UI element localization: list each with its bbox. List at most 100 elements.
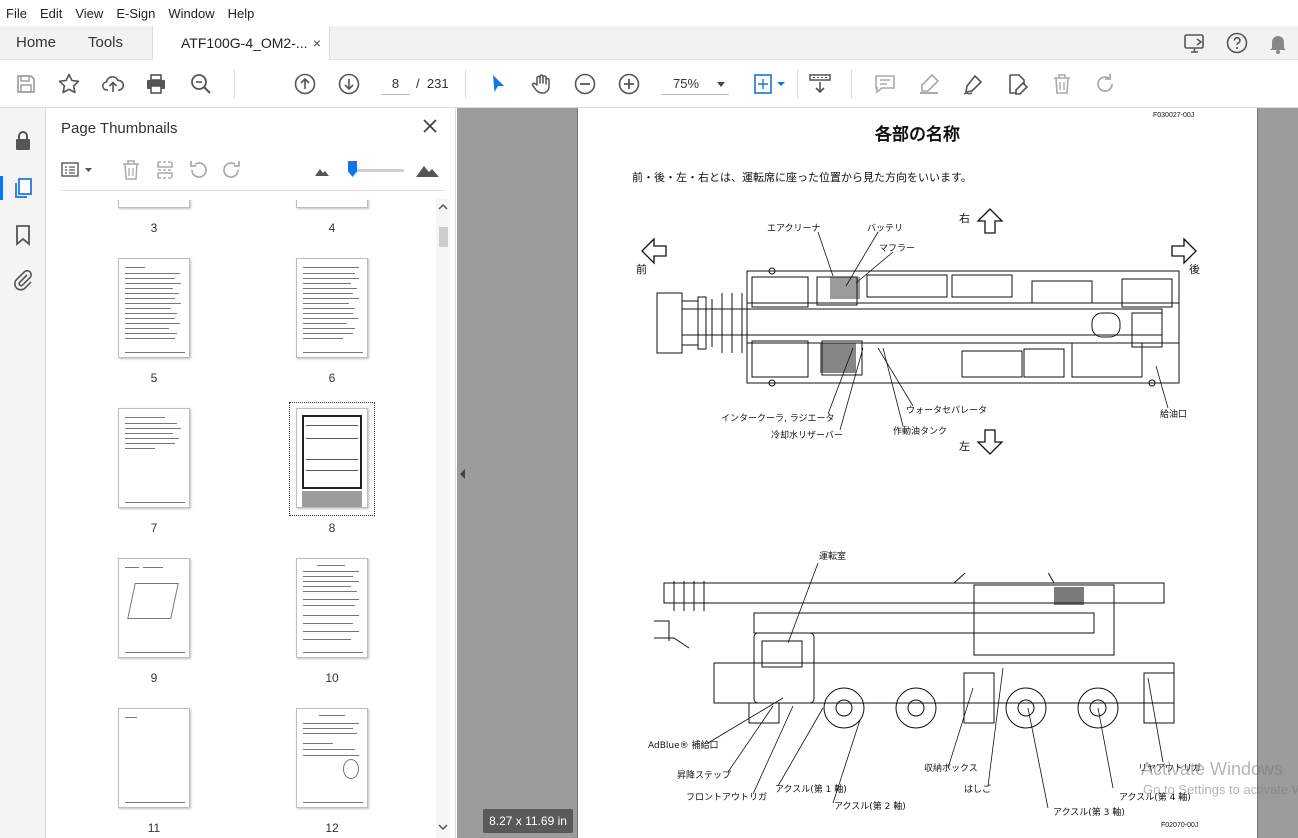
activate-windows-watermark: Activate Windows [1141,759,1284,779]
label-cab: 運転室 [819,552,847,562]
delete-page-icon[interactable] [120,159,142,181]
page-thumbnails-icon[interactable] [11,176,35,200]
select-cursor-icon[interactable] [486,72,510,96]
menu-window[interactable]: Window [168,6,214,21]
collapse-panel-handle[interactable] [457,462,469,486]
label-ladder: はしご [964,785,992,795]
thumbnail-options-icon[interactable] [60,159,94,181]
thumbnail-page-7[interactable] [118,408,190,508]
large-thumbnail-icon[interactable] [415,159,443,181]
toolbar-separator [234,70,235,98]
bookmarks-icon[interactable] [11,223,35,247]
extract-page-icon[interactable] [154,159,176,181]
close-panel-icon[interactable] [422,118,438,134]
thumbnail-page-10[interactable] [296,558,368,658]
thumbnail-page-5[interactable] [118,258,190,358]
rotate-right-icon[interactable] [221,159,243,181]
menu-file[interactable]: File [6,6,27,21]
activate-windows-subtext: Go to Settings to activate Windows. [1143,782,1298,797]
tab-bar: Home Tools ATF100G-4_OM2-... × [0,26,1298,61]
highlight-pen-icon[interactable] [917,72,941,96]
thumbnail-label: 4 [328,221,336,235]
menu-bar: File Edit View E-Sign Window Help [0,0,1298,26]
menu-view[interactable]: View [75,6,103,21]
label-boarding-step: 昇降ステップ [677,771,732,781]
zoom-out-icon[interactable] [573,72,597,96]
upload-cloud-icon[interactable] [101,72,125,96]
menu-edit[interactable]: Edit [40,6,62,21]
edit-document-icon[interactable] [1005,72,1029,96]
rotate-left-icon[interactable] [187,159,209,181]
comment-icon[interactable] [873,72,897,96]
thumbnail-page-12[interactable] [296,708,368,808]
lock-icon[interactable] [11,129,35,153]
thumbnail-page-6[interactable] [296,258,368,358]
rail-active-indicator [0,176,3,200]
zoom-in-icon[interactable] [617,72,641,96]
thumbnail-page-8[interactable] [296,408,368,508]
print-icon[interactable] [144,72,168,96]
thumbnails-scrollbar[interactable] [436,199,450,838]
toolbar-separator [465,70,466,98]
pdf-page: F030027-00J 各部の名称 前・後・左・右とは、運転席に座った位置から見… [577,108,1258,838]
crane-side-view-drawing [654,573,1175,729]
next-page-icon[interactable] [337,72,361,96]
save-icon[interactable] [14,72,38,96]
thumbnail-label: 11 [147,821,161,835]
search-zoom-icon[interactable] [189,72,213,96]
label-axle-2: アクスル(第 2 軸) [834,802,906,812]
label-axle-3: アクスル(第 3 軸) [1053,808,1125,818]
thumbnail-tools [60,153,445,191]
menu-help[interactable]: Help [228,6,255,21]
hand-tool-icon[interactable] [529,72,553,96]
scrollbar-thumb[interactable] [439,227,448,247]
thumbnail-label: 8 [328,521,336,535]
thumbnail-label: 5 [150,371,158,385]
sign-pen-icon[interactable] [961,72,985,96]
redo-icon[interactable] [1093,72,1117,96]
notifications-bell-icon[interactable] [1266,31,1290,55]
chevron-down-icon [717,82,725,87]
small-thumbnail-icon[interactable] [312,159,334,181]
previous-page-icon[interactable] [293,72,317,96]
thumbnail-label: 7 [150,521,158,535]
label-axle-1: アクスル(第 1 軸) [775,785,847,795]
bookmark-star-icon[interactable] [57,72,81,96]
thumbnail-page-11[interactable] [118,708,190,808]
zoom-value: 75% [673,76,700,91]
tab-tools[interactable]: Tools [88,26,123,60]
thumbnail-page-4[interactable] [296,200,368,208]
tab-document-label: ATF100G-4_OM2-... [181,35,308,51]
label-storage-box: 収納ボックス [924,764,978,774]
main-toolbar: / 231 75% [0,60,1298,108]
tab-home[interactable]: Home [16,26,56,60]
thumbnail-grid: 3 4 5 6 7 8 9 10 11 12 [60,200,434,838]
close-tab-icon[interactable]: × [313,26,321,60]
menu-esign[interactable]: E-Sign [116,6,155,21]
zoom-select[interactable]: 75% [661,73,729,95]
toolbar-separator [797,70,798,98]
thumbnail-size-slider-track[interactable] [352,169,404,172]
delete-trash-icon[interactable] [1050,72,1074,96]
page-thumbnails-panel: Page Thumbnails 3 4 5 6 7 8 9 10 11 12 [46,108,456,838]
thumbnail-size-slider-handle[interactable] [348,161,357,177]
thumbnail-page-9[interactable] [118,558,190,658]
page-separator: / [416,76,420,91]
acrobat-window: File Edit View E-Sign Window Help Home T… [0,0,1298,838]
panel-title: Page Thumbnails [61,120,178,137]
scroll-mode-icon[interactable] [808,72,832,96]
total-pages: 231 [426,76,449,91]
help-icon[interactable] [1225,31,1249,55]
share-screen-icon[interactable] [1183,31,1207,55]
tab-document[interactable]: ATF100G-4_OM2-... × [152,26,330,61]
label-adblue-inlet: AdBlue® 補給口 [648,741,719,751]
thumbnail-label: 12 [325,821,339,835]
thumbnail-page-3[interactable] [118,200,190,208]
fit-page-icon[interactable] [752,72,788,96]
thumbnail-label: 3 [150,221,158,235]
attachments-paperclip-icon[interactable] [11,268,35,292]
left-navigation-rail [0,108,46,838]
page-total: / 231 [416,76,449,91]
page-number-input[interactable] [381,73,410,95]
toolbar-separator [851,70,852,98]
